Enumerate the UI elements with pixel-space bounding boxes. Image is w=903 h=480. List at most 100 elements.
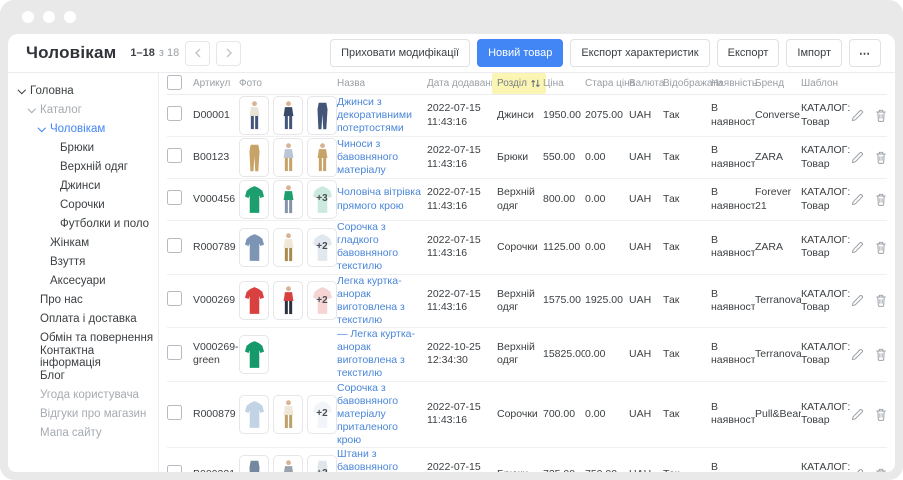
edit-button[interactable] [851, 294, 864, 307]
edit-button[interactable] [851, 468, 864, 472]
row-checkbox[interactable] [167, 465, 182, 472]
sidebar-item[interactable]: Футболки и поло [8, 214, 158, 233]
sidebar-item[interactable]: Мапа сайту [8, 423, 158, 442]
sidebar-item[interactable]: Каталог [8, 100, 158, 119]
column-header[interactable]: Наявність [711, 78, 755, 89]
row-checkbox[interactable] [167, 148, 182, 163]
more-photos-thumb[interactable]: +3 [307, 180, 337, 219]
product-photo-thumb[interactable] [273, 281, 303, 320]
product-photo-thumb[interactable] [239, 335, 269, 374]
delete-button[interactable] [875, 408, 887, 421]
sidebar-item[interactable]: Головна [8, 81, 158, 100]
delete-button[interactable] [875, 109, 887, 122]
column-header[interactable]: Фото [239, 78, 337, 89]
delete-button[interactable] [875, 468, 887, 472]
sidebar-item[interactable]: Оплата і доставка [8, 309, 158, 328]
product-photo-thumb[interactable] [239, 180, 269, 219]
column-header[interactable]: Відображати [663, 78, 711, 89]
row-checkbox[interactable] [167, 345, 182, 360]
export-characteristics-button[interactable]: Експорт характеристик [570, 39, 709, 67]
product-photo-thumb[interactable] [273, 228, 303, 267]
sidebar-item[interactable]: Сорочки [8, 195, 158, 214]
product-photo-thumb[interactable] [307, 138, 337, 177]
column-header[interactable]: Стара ціна [585, 78, 629, 89]
product-name-link[interactable]: Сорочка з бавовняного матеріалу притален… [337, 382, 398, 447]
column-header[interactable]: Валюта [629, 78, 663, 89]
more-photos-thumb[interactable]: +2 [307, 455, 337, 472]
product-photo-thumb[interactable] [239, 395, 269, 434]
more-photos-count: +2 [308, 229, 336, 266]
sidebar-item[interactable]: Жінкам [8, 233, 158, 252]
product-name-link[interactable]: Джинси з декоративними потертостями [337, 96, 412, 134]
export-button[interactable]: Експорт [717, 39, 780, 67]
product-name-link[interactable]: Чиноси з бавовняного матеріалу [337, 138, 398, 176]
product-photo-thumb[interactable] [239, 228, 269, 267]
product-photo-thumb[interactable] [273, 138, 303, 177]
row-checkbox[interactable] [167, 238, 182, 253]
sidebar-item[interactable]: Контактна інформація [8, 347, 158, 366]
cell-article: R000879 [193, 408, 239, 421]
sorted-column-header[interactable]: Розділ [492, 73, 546, 94]
column-header[interactable]: Дата додавання [427, 78, 497, 89]
column-header[interactable]: Шаблон [801, 78, 851, 89]
product-photo-thumb[interactable] [273, 180, 303, 219]
sidebar-item[interactable]: Блог [8, 366, 158, 385]
cell-actions [851, 109, 889, 122]
column-header[interactable]: Артикул [193, 78, 239, 89]
product-name-link[interactable]: Чоловіча вітрівка прямого крою [337, 186, 421, 211]
product-photo-thumb[interactable] [239, 281, 269, 320]
column-header[interactable]: Бренд [755, 78, 801, 89]
cell-photos [239, 96, 337, 135]
delete-button[interactable] [875, 151, 887, 164]
delete-button[interactable] [875, 294, 887, 307]
next-page-button[interactable] [216, 41, 241, 66]
edit-button[interactable] [851, 408, 864, 421]
select-all-checkbox[interactable] [167, 75, 182, 90]
delete-button[interactable] [875, 348, 887, 361]
product-name-link[interactable]: Легка куртка-анорак виготовлена з тексти… [337, 275, 405, 326]
more-photos-thumb[interactable]: +2 [307, 281, 337, 320]
sidebar-item[interactable]: Аксесуари [8, 271, 158, 290]
import-button[interactable]: Імпорт [786, 39, 842, 67]
sidebar-item[interactable]: Верхній одяг [8, 157, 158, 176]
sidebar-item[interactable]: Відгуки про магазин [8, 404, 158, 423]
more-photos-thumb[interactable]: +2 [307, 228, 337, 267]
product-name-link[interactable]: Сорочка з гладкого бавовняного текстилю [337, 221, 398, 272]
delete-button[interactable] [875, 241, 887, 254]
edit-button[interactable] [851, 348, 864, 361]
cell-date: 2022-07-1511:43:16 [427, 401, 497, 427]
sidebar-item[interactable]: Про нас [8, 290, 158, 309]
sidebar-item[interactable]: Джинси [8, 176, 158, 195]
more-actions-button[interactable]: ⋯ [849, 39, 881, 67]
product-photo-thumb[interactable] [273, 395, 303, 434]
more-photos-thumb[interactable]: +2 [307, 395, 337, 434]
sidebar-item[interactable]: Угода користувача [8, 385, 158, 404]
row-checkbox[interactable] [167, 106, 182, 121]
product-photo-thumb[interactable] [273, 96, 303, 135]
new-product-button[interactable]: Новий товар [477, 39, 563, 67]
row-checkbox[interactable] [167, 190, 182, 205]
sidebar-item[interactable]: Чоловікам [8, 119, 158, 138]
row-checkbox[interactable] [167, 291, 182, 306]
product-photo-thumb[interactable] [239, 455, 269, 472]
sidebar-item[interactable]: Брюки [8, 138, 158, 157]
product-photo-thumb[interactable] [239, 138, 269, 177]
hide-modifications-button[interactable]: Приховати модифікації [330, 39, 470, 67]
column-header[interactable]: Назва [337, 78, 427, 89]
column-header[interactable]: Ціна [543, 78, 585, 89]
product-photo-thumb[interactable] [273, 455, 303, 472]
edit-button[interactable] [851, 241, 864, 254]
delete-button[interactable] [875, 193, 887, 206]
cell-section: Верхній одяг [497, 341, 543, 367]
product-photo-thumb[interactable] [239, 96, 269, 135]
edit-button[interactable] [851, 193, 864, 206]
row-checkbox[interactable] [167, 405, 182, 420]
edit-button[interactable] [851, 109, 864, 122]
product-name-link[interactable]: — Легка куртка-анорак виготовлена з текс… [337, 328, 415, 379]
cell-photos: +2 [239, 395, 337, 434]
product-photo-thumb[interactable] [307, 96, 337, 135]
prev-page-button[interactable] [185, 41, 210, 66]
product-name-link[interactable]: Штани з бавовняного матеріалу прямого кр… [337, 448, 404, 472]
sidebar-item[interactable]: Взуття [8, 252, 158, 271]
edit-button[interactable] [851, 151, 864, 164]
